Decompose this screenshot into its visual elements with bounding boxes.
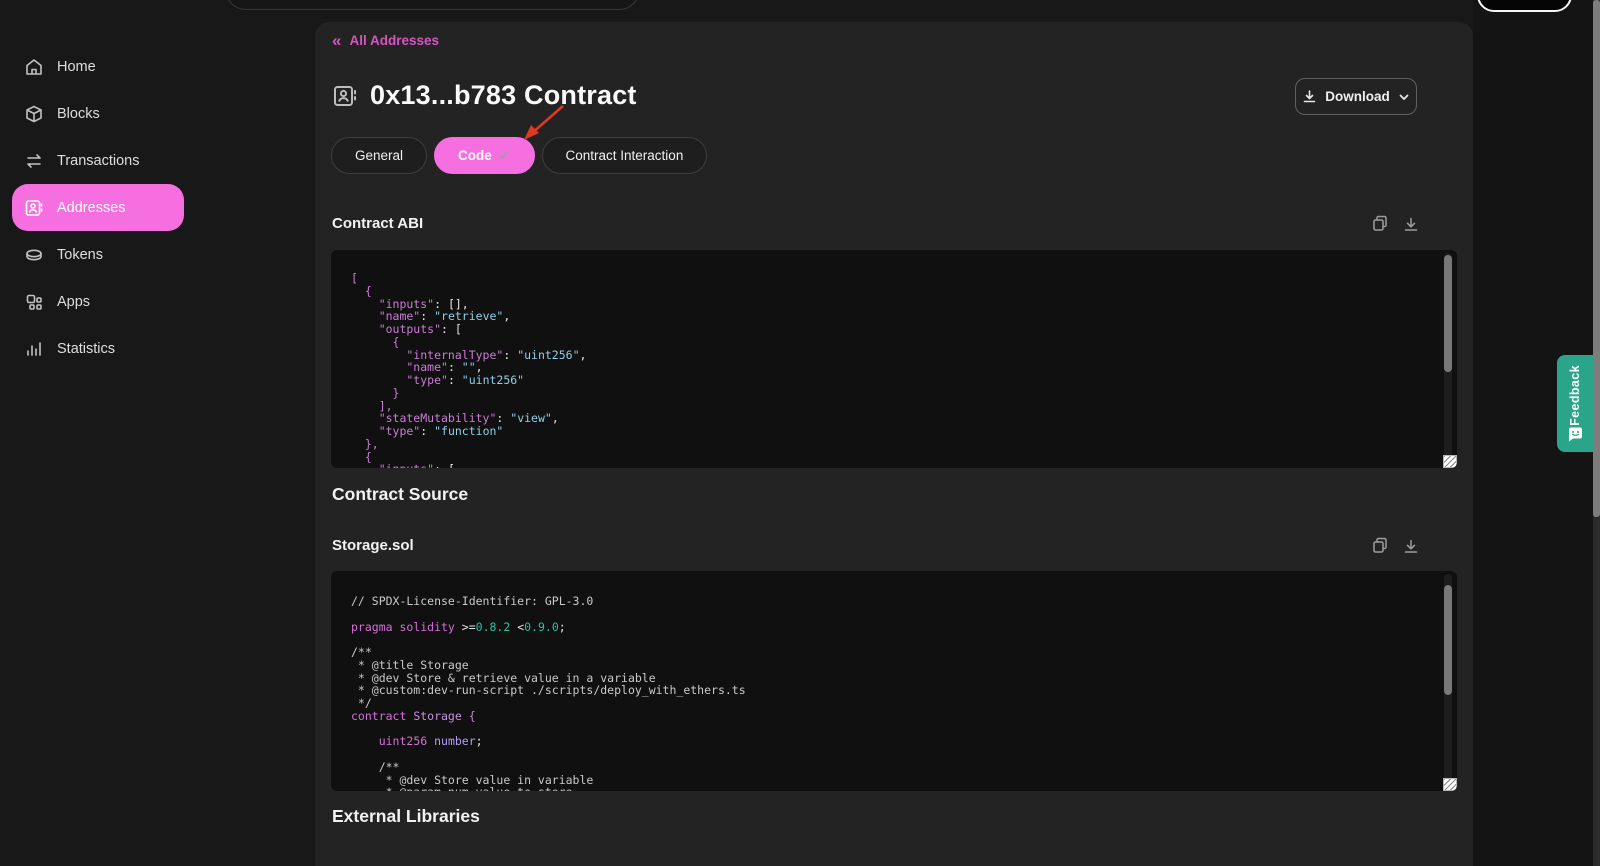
addresses-icon	[24, 198, 44, 218]
tab-code[interactable]: Code ✓	[434, 137, 534, 174]
tab-general-label: General	[355, 148, 403, 163]
sidebar-item-transactions[interactable]: Transactions	[12, 137, 184, 184]
breadcrumb-label: All Addresses	[349, 33, 439, 48]
feedback-button[interactable]: Feedback	[1557, 355, 1593, 452]
abi-scrollbar-track[interactable]	[1444, 253, 1452, 465]
sidebar-item-home[interactable]: Home	[12, 43, 184, 90]
sidebar-item-tokens[interactable]: Tokens	[12, 231, 184, 278]
contract-abi-code: [ { "inputs": [], "name": "retrieve", "o…	[351, 272, 1441, 468]
sidebar-item-label: Home	[57, 59, 96, 75]
sidebar: Home Blocks Transactions Addresses Token…	[12, 43, 184, 372]
top-right-button-partial[interactable]	[1477, 0, 1572, 12]
double-chevron-left-icon: «	[332, 34, 341, 47]
title-row: 0x13...b783 Contract	[332, 80, 637, 111]
sidebar-item-label: Transactions	[57, 153, 139, 169]
page-scrollbar-track[interactable]	[1593, 0, 1600, 866]
sidebar-item-label: Apps	[57, 294, 90, 310]
search-bar-partial[interactable]	[225, 0, 640, 10]
sidebar-item-label: Tokens	[57, 247, 103, 263]
source-scrollbar-thumb[interactable]	[1444, 585, 1452, 695]
tab-code-label: Code	[458, 148, 492, 163]
external-libraries-heading: External Libraries	[332, 806, 480, 827]
source-file-name: Storage.sol	[332, 537, 414, 554]
tab-contract-interaction-label: Contract Interaction	[566, 148, 684, 163]
copy-abi-icon[interactable]	[1372, 215, 1388, 232]
download-icon	[1302, 89, 1317, 104]
home-icon	[24, 57, 44, 77]
sidebar-item-label: Blocks	[57, 106, 100, 122]
contract-abi-code-block[interactable]: [ { "inputs": [], "name": "retrieve", "o…	[331, 250, 1457, 468]
contact-card-icon	[332, 83, 358, 109]
abi-scrollbar-thumb[interactable]	[1444, 255, 1452, 372]
tab-bar: General Code ✓ Contract Interaction	[331, 137, 707, 174]
contract-source-code: // SPDX-License-Identifier: GPL-3.0 prag…	[351, 595, 1441, 791]
sidebar-item-blocks[interactable]: Blocks	[12, 90, 184, 137]
blocks-icon	[24, 104, 44, 124]
feedback-label: Feedback	[1568, 365, 1582, 426]
abi-resize-grip[interactable]	[1443, 455, 1457, 468]
check-icon: ✓	[499, 147, 511, 164]
download-button[interactable]: Download	[1295, 78, 1417, 115]
sidebar-item-label: Addresses	[57, 200, 126, 216]
feedback-smiley-icon	[1567, 427, 1584, 443]
sidebar-item-statistics[interactable]: Statistics	[12, 325, 184, 372]
tab-general[interactable]: General	[331, 137, 427, 174]
contract-source-heading: Contract Source	[332, 484, 468, 505]
contract-abi-heading: Contract ABI	[332, 215, 423, 232]
tokens-icon	[24, 245, 44, 265]
main-panel: « All Addresses 0x13...b783 Contract Dow…	[315, 22, 1473, 866]
page-title: 0x13...b783 Contract	[370, 80, 637, 111]
source-scrollbar-track[interactable]	[1444, 574, 1452, 788]
breadcrumb[interactable]: « All Addresses	[332, 33, 439, 48]
transactions-icon	[24, 151, 44, 171]
download-source-icon[interactable]	[1403, 538, 1419, 555]
sidebar-item-apps[interactable]: Apps	[12, 278, 184, 325]
chevron-down-icon	[1398, 91, 1410, 103]
download-abi-icon[interactable]	[1403, 216, 1419, 233]
source-resize-grip[interactable]	[1443, 778, 1457, 791]
sidebar-item-label: Statistics	[57, 341, 115, 357]
sidebar-item-addresses[interactable]: Addresses	[12, 184, 184, 231]
copy-source-icon[interactable]	[1372, 537, 1388, 554]
download-label: Download	[1325, 89, 1390, 104]
page-scrollbar-thumb[interactable]	[1593, 0, 1600, 517]
tab-contract-interaction[interactable]: Contract Interaction	[542, 137, 708, 174]
statistics-icon	[24, 339, 44, 359]
contract-source-code-block[interactable]: // SPDX-License-Identifier: GPL-3.0 prag…	[331, 571, 1457, 791]
apps-icon	[24, 292, 44, 312]
